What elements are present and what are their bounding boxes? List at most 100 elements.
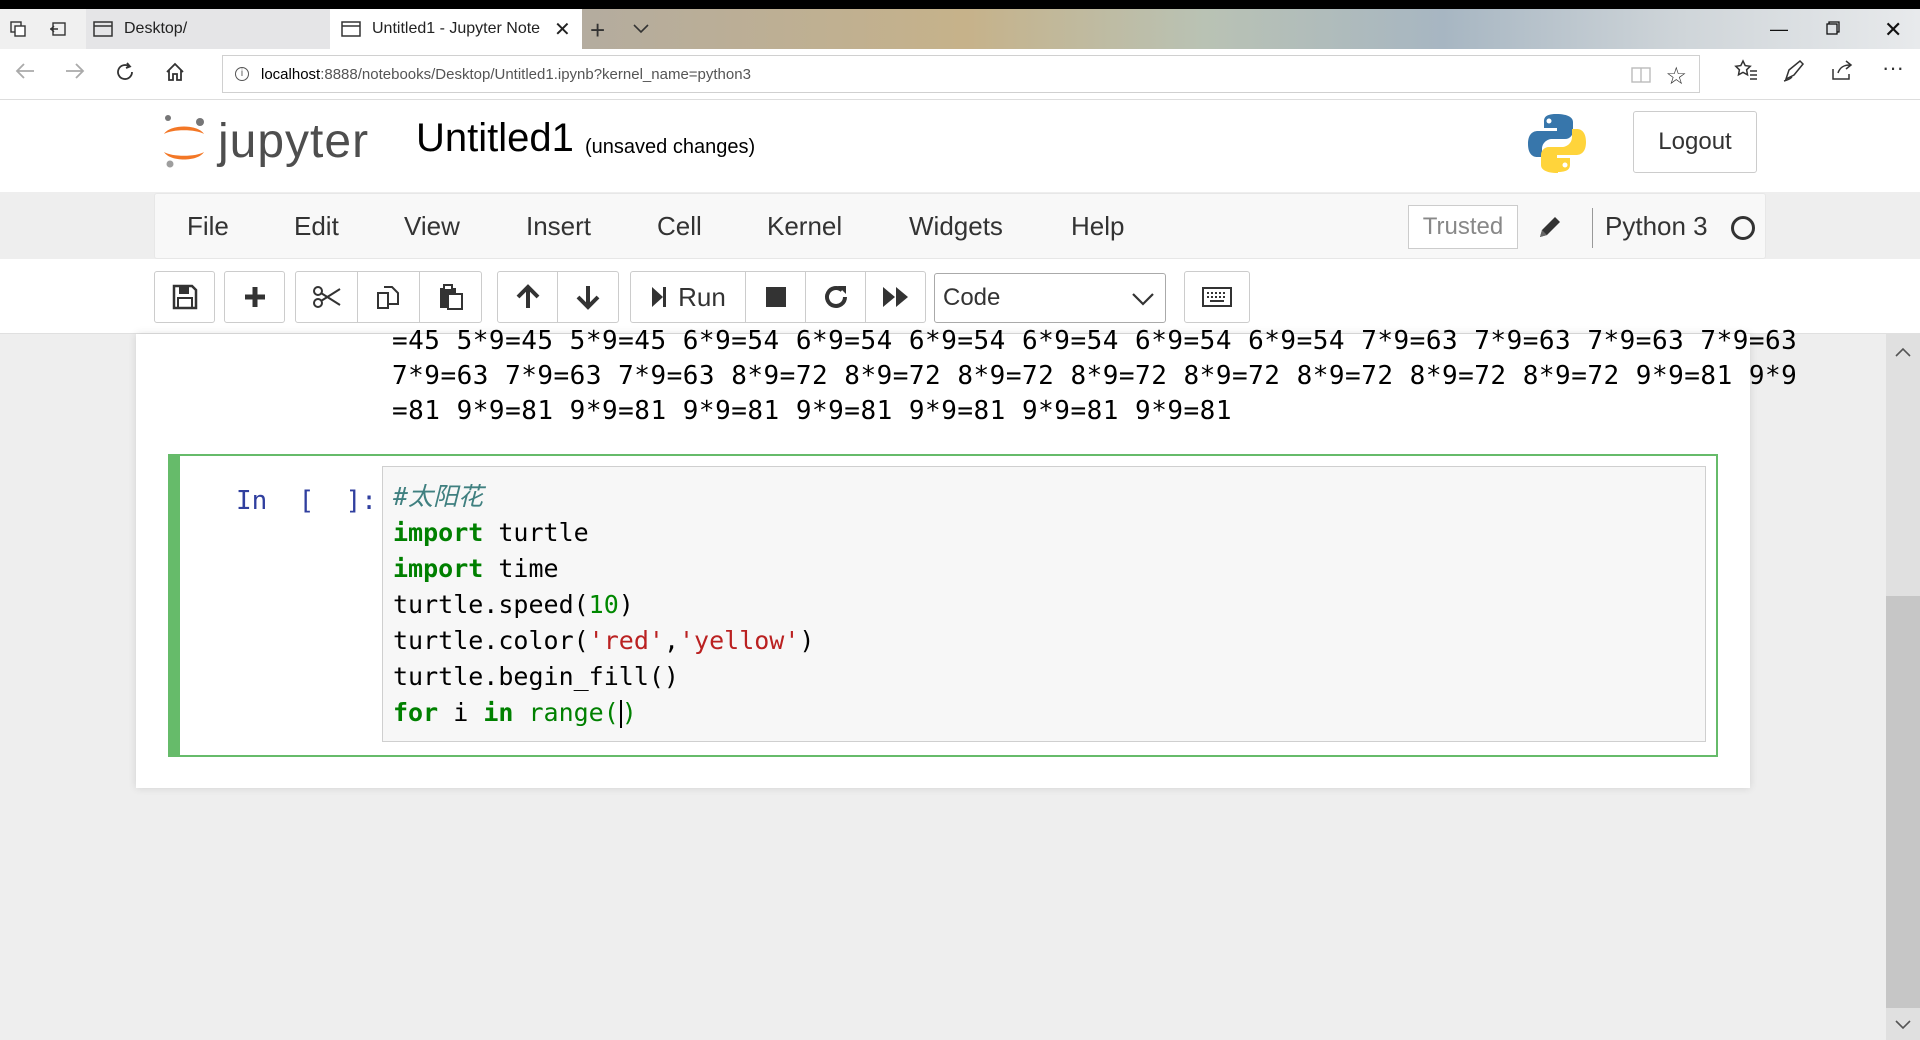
refresh-icon[interactable] — [114, 61, 136, 89]
code-text: turtle.begin_fill() — [393, 662, 679, 691]
command-palette-button[interactable] — [1184, 271, 1250, 323]
menu-help[interactable]: Help — [1071, 211, 1124, 242]
page-icon — [93, 21, 113, 37]
python-logo-icon — [1528, 114, 1586, 173]
restart-run-all-button[interactable] — [865, 271, 926, 323]
tab-preview-chevron-icon[interactable] — [632, 21, 650, 39]
new-tab-icon[interactable]: + — [590, 15, 605, 46]
jupyter-logo-icon — [164, 115, 204, 168]
code-builtin: range( — [513, 698, 619, 727]
code-keyword: import — [393, 554, 484, 583]
browser-navbar: i localhost:8888/notebooks/Desktop/Untit… — [0, 49, 1920, 100]
kernel-separator — [1592, 208, 1593, 248]
fast-forward-icon — [882, 287, 908, 307]
page-scrollbar[interactable] — [1886, 334, 1920, 1040]
output-line: 7*9=63 7*9=63 7*9=63 8*9=72 8*9=72 8*9=7… — [392, 361, 1798, 391]
more-icon[interactable]: ··· — [1882, 55, 1904, 81]
minimize-icon[interactable]: — — [1770, 19, 1788, 40]
menu-view[interactable]: View — [404, 211, 460, 242]
tab-title: Untitled1 - Jupyter Note — [372, 20, 541, 37]
paste-button[interactable] — [419, 271, 482, 323]
code-text: , — [663, 626, 679, 655]
cell-edit-indicator — [170, 456, 180, 755]
code-keyword: in — [483, 698, 514, 727]
menu-kernel[interactable]: Kernel — [767, 211, 842, 242]
step-forward-icon — [652, 287, 667, 307]
notebook-toolbar: Run Code — [0, 259, 1920, 334]
logout-button[interactable]: Logout — [1633, 111, 1757, 173]
browser-titlebar: Desktop/ Untitled1 - Jupyter Note ✕ + — … — [0, 0, 1920, 49]
menubar: File Edit View Insert Cell Kernel Widget… — [154, 193, 1766, 259]
interrupt-button[interactable] — [745, 271, 806, 323]
kernel-name[interactable]: Python 3 — [1605, 211, 1708, 242]
code-cell-selected[interactable]: In [ ]: #太阳花 import turtle import time t… — [168, 454, 1718, 757]
cell-prompt: In [ ]: — [236, 486, 377, 516]
menu-file[interactable]: File — [187, 211, 229, 242]
tab-untitled1[interactable]: Untitled1 - Jupyter Note ✕ — [330, 9, 582, 49]
copy-button[interactable] — [357, 271, 420, 323]
restart-icon — [824, 286, 847, 308]
restart-button[interactable] — [805, 271, 866, 323]
forward-icon[interactable] — [64, 61, 86, 87]
reading-view-icon[interactable] — [1631, 66, 1651, 89]
output-line: =81 9*9=81 9*9=81 9*9=81 9*9=81 9*9=81 9… — [392, 396, 1232, 426]
code-string: 'yellow' — [679, 626, 800, 655]
code-keyword: import — [393, 518, 484, 547]
code-text: turtle — [483, 518, 589, 547]
floppy-disk-icon — [172, 284, 197, 310]
move-up-button[interactable] — [497, 271, 558, 323]
arrow-up-icon — [516, 284, 539, 308]
restore-icon[interactable] — [1826, 19, 1840, 40]
site-info-icon[interactable]: i — [235, 67, 249, 81]
scroll-up-icon[interactable] — [1894, 342, 1912, 363]
address-host: localhost — [261, 65, 321, 83]
insert-cell-button[interactable] — [224, 271, 285, 323]
code-text: time — [483, 554, 559, 583]
scissors-icon — [312, 286, 341, 308]
jupyter-wordmark: jupyter — [218, 114, 370, 168]
code-keyword: for — [393, 698, 439, 727]
tab-set-aside-icon[interactable] — [46, 17, 70, 41]
cell-type-value: Code — [943, 284, 1001, 311]
arrow-down-icon — [576, 286, 600, 310]
menu-widgets[interactable]: Widgets — [909, 211, 1003, 242]
back-icon[interactable] — [14, 61, 36, 87]
copy-icon — [376, 286, 399, 309]
plus-icon — [244, 287, 265, 307]
move-down-button[interactable] — [557, 271, 619, 323]
code-text: i — [438, 698, 484, 727]
output-line: =45 5*9=45 5*9=45 6*9=54 6*9=54 6*9=54 6… — [392, 326, 1798, 356]
share-icon[interactable] — [1830, 59, 1854, 87]
chevron-down-icon — [1132, 293, 1154, 306]
save-button[interactable] — [154, 271, 215, 323]
tab-manager-icon[interactable] — [6, 17, 30, 41]
code-text: ) — [799, 626, 815, 655]
address-bar[interactable]: i localhost:8888/notebooks/Desktop/Untit… — [222, 55, 1700, 93]
close-tab-icon[interactable]: ✕ — [554, 17, 571, 42]
menu-insert[interactable]: Insert — [526, 211, 591, 242]
tab-desktop[interactable]: Desktop/ — [86, 9, 330, 49]
notes-pen-icon[interactable] — [1782, 59, 1806, 89]
menu-edit[interactable]: Edit — [294, 211, 339, 242]
close-window-icon[interactable]: ✕ — [1884, 17, 1902, 43]
code-comment: #太阳花 — [393, 482, 484, 511]
home-icon[interactable] — [164, 61, 186, 89]
stop-icon — [765, 287, 786, 307]
edit-mode-pencil-icon — [1540, 217, 1560, 237]
cell-type-select[interactable]: Code — [934, 273, 1166, 323]
scroll-down-icon[interactable] — [1894, 1015, 1912, 1036]
code-text: turtle.color( — [393, 626, 589, 655]
trusted-indicator[interactable]: Trusted — [1408, 205, 1518, 249]
menu-cell[interactable]: Cell — [657, 211, 702, 242]
notebook-title[interactable]: Untitled1 — [416, 116, 574, 161]
favorite-star-icon[interactable]: ☆ — [1665, 62, 1687, 91]
notebook-container: =45 5*9=45 5*9=45 6*9=54 6*9=54 6*9=54 6… — [136, 326, 1797, 788]
favorites-icon[interactable] — [1734, 59, 1758, 87]
jupyter-logo[interactable]: jupyter — [160, 112, 369, 170]
run-button[interactable]: Run — [630, 271, 746, 323]
cut-button[interactable] — [295, 271, 358, 323]
code-editor[interactable]: #太阳花 import turtle import time turtle.sp… — [382, 466, 1706, 742]
scrollbar-thumb[interactable] — [1886, 596, 1920, 1008]
code-text: ) — [621, 698, 637, 727]
code-text: turtle.speed( — [393, 590, 589, 619]
